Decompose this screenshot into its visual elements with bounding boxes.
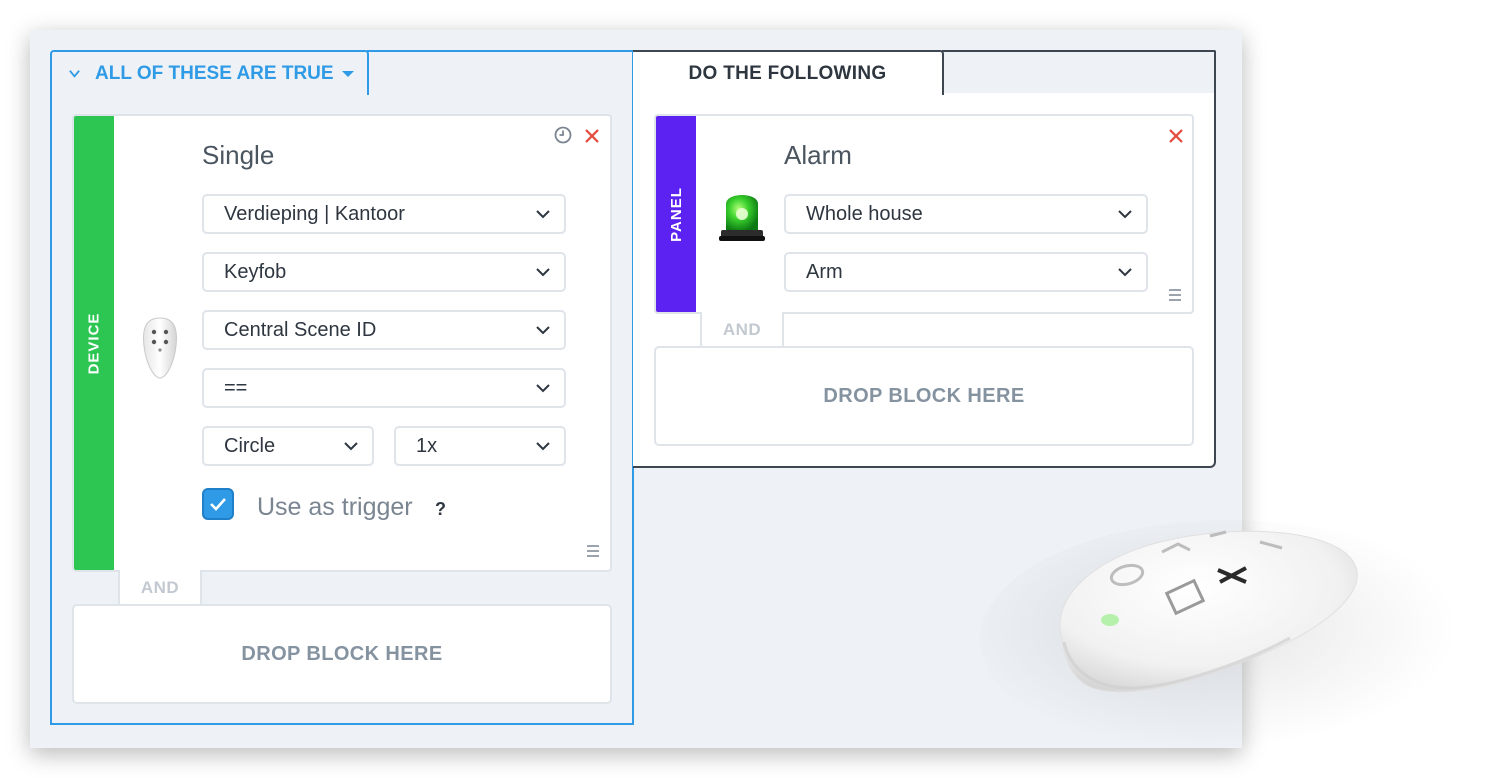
operator-select[interactable]: == xyxy=(202,368,566,408)
device-condition-block[interactable]: DEVICE Single Verdieping | Kantoor Keyfo… xyxy=(72,114,612,572)
automation-editor: ALL OF THESE ARE TRUE DEVICE Single Verd… xyxy=(0,0,1492,778)
actions-header-rule xyxy=(942,50,1216,52)
mode-select[interactable]: Arm xyxy=(784,252,1148,292)
clock-icon[interactable] xyxy=(554,126,572,144)
operator-select-value: == xyxy=(224,376,248,399)
press-count-select[interactable]: 1x xyxy=(394,426,566,466)
caret-down-icon xyxy=(341,70,354,77)
chevron-down-icon xyxy=(536,268,550,277)
block-title: Single xyxy=(202,140,275,170)
block-category-label: DEVICE xyxy=(85,312,103,374)
chevron-down-icon xyxy=(536,210,550,219)
condition-and-connector: AND xyxy=(118,570,202,608)
drag-handle-icon[interactable] xyxy=(1168,288,1182,302)
press-count-select-value: 1x xyxy=(416,434,438,457)
button-select-value: Circle xyxy=(224,434,276,457)
property-select-value: Central Scene ID xyxy=(224,318,377,341)
alarm-siren-icon xyxy=(719,195,765,241)
drag-handle-icon[interactable] xyxy=(586,544,600,558)
location-select-value: Verdieping | Kantoor xyxy=(224,202,405,225)
chevron-down-icon xyxy=(1118,268,1132,277)
keyfob-thumbnail-icon xyxy=(143,317,177,379)
chevron-down-icon xyxy=(536,384,550,393)
action-and-connector: AND xyxy=(700,312,784,350)
actions-header-tab: DO THE FOLLOWING xyxy=(633,50,944,95)
chevron-down-icon xyxy=(536,326,550,335)
close-icon[interactable] xyxy=(1168,128,1184,144)
use-as-trigger-checkbox[interactable] xyxy=(202,488,234,520)
button-select[interactable]: Circle xyxy=(202,426,374,466)
block-category-strip: PANEL xyxy=(656,116,696,312)
mode-select-value: Arm xyxy=(806,260,843,283)
block-category-label: PANEL xyxy=(667,186,685,242)
use-as-trigger-label: Use as trigger xyxy=(257,493,413,521)
panel-action-block[interactable]: PANEL Alarm Whole house Arm xyxy=(654,114,1194,314)
help-question-button[interactable]: ? xyxy=(435,499,446,520)
device-select[interactable]: Keyfob xyxy=(202,252,566,292)
checkmark-icon xyxy=(210,498,226,511)
action-drop-zone[interactable]: DROP BLOCK HERE xyxy=(654,346,1194,446)
actions-header-rule-vertical xyxy=(1214,50,1216,95)
conditions-logic-dropdown[interactable]: ALL OF THESE ARE TRUE xyxy=(50,50,369,95)
collapse-chevron-icon[interactable] xyxy=(68,67,81,80)
zone-select-value: Whole house xyxy=(806,202,923,225)
block-category-strip: DEVICE xyxy=(74,116,114,570)
device-select-value: Keyfob xyxy=(224,260,287,283)
keyfob-device-illustration xyxy=(1059,530,1358,693)
zone-select[interactable]: Whole house xyxy=(784,194,1148,234)
chevron-down-icon xyxy=(1118,210,1132,219)
chevron-down-icon xyxy=(536,442,550,451)
block-title: Alarm xyxy=(784,140,852,170)
location-select[interactable]: Verdieping | Kantoor xyxy=(202,194,566,234)
conditions-header-rule xyxy=(367,50,634,52)
chevron-down-icon xyxy=(344,442,358,451)
property-select[interactable]: Central Scene ID xyxy=(202,310,566,350)
close-icon[interactable] xyxy=(584,128,600,144)
condition-drop-zone[interactable]: DROP BLOCK HERE xyxy=(72,604,612,704)
conditions-logic-label: ALL OF THESE ARE TRUE xyxy=(95,62,334,84)
